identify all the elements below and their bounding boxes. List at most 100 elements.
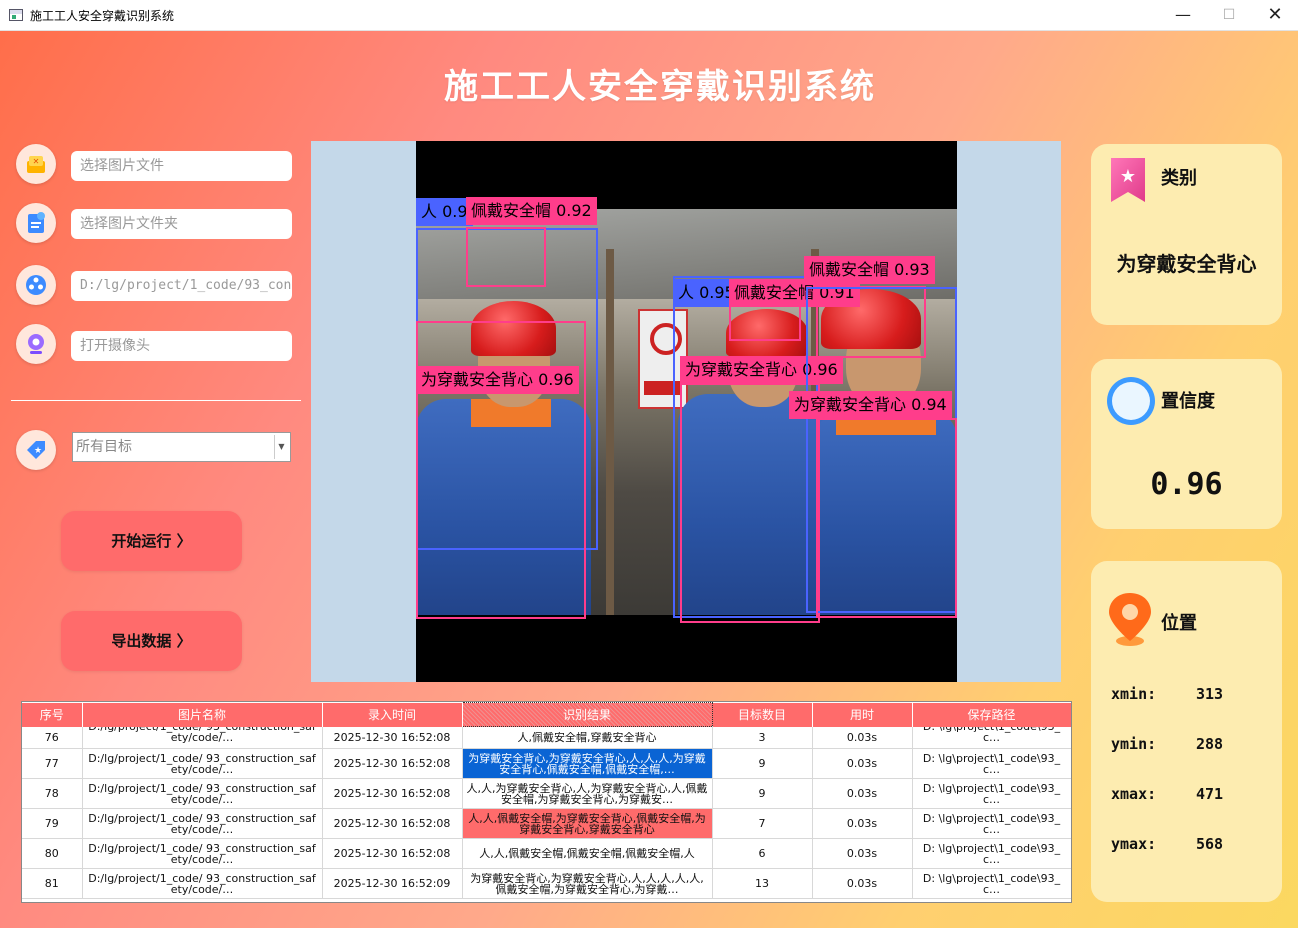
xmin-value: 313 bbox=[1196, 685, 1224, 703]
xmin-label: xmin: bbox=[1111, 685, 1157, 703]
col-header-count[interactable]: 目标数目 bbox=[712, 702, 813, 727]
cell-duration[interactable]: 0.03s bbox=[812, 748, 913, 779]
camera-icon[interactable] bbox=[16, 324, 56, 364]
detection-label: 人 0.9 bbox=[416, 198, 473, 226]
maximize-button[interactable]: ☐ bbox=[1206, 0, 1252, 31]
confidence-card: 置信度 0.96 bbox=[1091, 359, 1282, 529]
xmax-label: xmax: bbox=[1111, 785, 1157, 803]
col-header-result[interactable]: 识别结果 bbox=[461, 702, 713, 727]
target-select[interactable]: 所有目标 ▼ bbox=[72, 432, 291, 462]
video-icon[interactable] bbox=[16, 265, 56, 305]
table-row[interactable]: 80 D:/lg/project/1_code/ 93_construction… bbox=[22, 838, 1071, 869]
col-header-name[interactable]: 图片名称 bbox=[82, 702, 323, 727]
ymax-label: ymax: bbox=[1111, 835, 1157, 853]
svg-text:★: ★ bbox=[1120, 166, 1136, 187]
xmin-row: xmin: 313 bbox=[1111, 685, 1223, 703]
cell-id[interactable]: 80 bbox=[22, 838, 83, 869]
cell-name[interactable]: D:/lg/project/1_code/ 93_construction_sa… bbox=[82, 868, 323, 899]
close-button[interactable]: ✕ bbox=[1252, 0, 1298, 31]
export-button[interactable]: 导出数据 〉 bbox=[61, 611, 242, 671]
cell-time[interactable]: 2025-12-30 16:52:08 bbox=[322, 778, 463, 809]
start-button[interactable]: 开始运行 〉 bbox=[61, 511, 242, 571]
image-folder-input[interactable]: 选择图片文件夹 bbox=[71, 209, 292, 239]
cell-id[interactable]: 78 bbox=[22, 778, 83, 809]
cell-id[interactable]: 77 bbox=[22, 748, 83, 779]
confidence-ring-icon bbox=[1107, 377, 1155, 425]
class-card: ★ 类别 为穿戴安全背心 bbox=[1091, 144, 1282, 325]
cell-time[interactable]: 2025-12-30 16:52:09 bbox=[322, 868, 463, 899]
table-row[interactable]: 79 D:/lg/project/1_code/ 93_construction… bbox=[22, 808, 1071, 839]
table-row[interactable]: 76 D:/lg/project/1_code/ 93_construction… bbox=[22, 726, 1071, 749]
cell-name[interactable]: D:/lg/project/1_code/ 93_construction_sa… bbox=[82, 748, 323, 779]
bookmark-star-icon: ★ bbox=[1111, 158, 1145, 202]
col-header-time[interactable]: 录入时间 bbox=[322, 702, 463, 727]
ymin-label: ymin: bbox=[1111, 735, 1157, 753]
image-file-icon[interactable]: ✕ bbox=[16, 144, 56, 184]
cell-name[interactable]: D:/lg/project/1_code/ 93_construction_sa… bbox=[82, 726, 323, 749]
cell-result-highlight[interactable]: 人,人,佩戴安全帽,为穿戴安全背心,佩戴安全帽,为穿戴安全背心,穿戴安全背心 bbox=[462, 808, 713, 839]
table-row[interactable]: 77 D:/lg/project/1_code/ 93_construction… bbox=[22, 748, 1071, 779]
cell-duration[interactable]: 0.03s bbox=[812, 726, 913, 749]
cell-time[interactable]: 2025-12-30 16:52:08 bbox=[322, 726, 463, 749]
cell-result[interactable]: 人,人,为穿戴安全背心,人,为穿戴安全背心,人,佩戴安全帽,为穿戴安全背心,为穿… bbox=[462, 778, 713, 809]
cell-path[interactable]: D: \lg\project\1_code\93_c… bbox=[912, 726, 1071, 749]
cell-result-selected[interactable]: 为穿戴安全背心,为穿戴安全背心,人,人,人,为穿戴安全背心,佩戴安全帽,佩戴安全… bbox=[462, 748, 713, 779]
cell-duration[interactable]: 0.03s bbox=[812, 868, 913, 899]
cell-count[interactable]: 9 bbox=[712, 748, 813, 779]
cell-time[interactable]: 2025-12-30 16:52:08 bbox=[322, 808, 463, 839]
cell-name[interactable]: D:/lg/project/1_code/ 93_construction_sa… bbox=[82, 778, 323, 809]
cell-id[interactable]: 76 bbox=[22, 726, 83, 749]
detection-image: 人 0.9 佩戴安全帽 0.92 为穿戴安全背心 0.96 人 0.95 佩戴安… bbox=[416, 141, 957, 682]
col-header-path[interactable]: 保存路径 bbox=[912, 702, 1071, 727]
cell-path[interactable]: D: \lg\project\1_code\93_c… bbox=[912, 778, 1071, 809]
cell-count[interactable]: 13 bbox=[712, 868, 813, 899]
cell-path[interactable]: D: \lg\project\1_code\93_c… bbox=[912, 808, 1071, 839]
cell-result[interactable]: 为穿戴安全背心,为穿戴安全背心,人,人,人,人,人,佩戴安全帽,为穿戴安全背心,… bbox=[462, 868, 713, 899]
detection-label: 为穿戴安全背心 0.96 bbox=[416, 366, 579, 394]
cell-count[interactable]: 3 bbox=[712, 726, 813, 749]
table-row[interactable]: 78 D:/lg/project/1_code/ 93_construction… bbox=[22, 778, 1071, 809]
table-row[interactable]: 81 D:/lg/project/1_code/ 93_construction… bbox=[22, 868, 1071, 899]
minimize-button[interactable]: — bbox=[1160, 0, 1206, 31]
svg-text:★: ★ bbox=[34, 446, 42, 456]
camera-input[interactable]: 打开摄像头 bbox=[71, 331, 292, 361]
xmax-row: xmax: 471 bbox=[1111, 785, 1223, 803]
cell-count[interactable]: 9 bbox=[712, 778, 813, 809]
cell-duration[interactable]: 0.03s bbox=[812, 778, 913, 809]
image-folder-icon[interactable] bbox=[16, 203, 56, 243]
cell-duration[interactable]: 0.03s bbox=[812, 838, 913, 869]
cell-time[interactable]: 2025-12-30 16:52:08 bbox=[322, 838, 463, 869]
divider bbox=[11, 400, 301, 401]
main-area: 施工工人安全穿戴识别系统 ✕ 选择图片文件 选择图片文件夹 D:/lg/proj… bbox=[0, 31, 1298, 928]
cell-count[interactable]: 6 bbox=[712, 838, 813, 869]
class-value: 为穿戴安全背心 bbox=[1116, 252, 1257, 276]
results-table[interactable]: 序号 图片名称 录入时间 识别结果 目标数目 用时 保存路径 76 D:/lg/… bbox=[21, 701, 1072, 903]
ymax-value: 568 bbox=[1196, 835, 1224, 853]
image-file-input[interactable]: 选择图片文件 bbox=[71, 151, 292, 181]
target-select-value: 所有目标 bbox=[76, 439, 132, 455]
cell-id[interactable]: 81 bbox=[22, 868, 83, 899]
ymin-value: 288 bbox=[1196, 735, 1224, 753]
confidence-title: 置信度 bbox=[1161, 391, 1215, 412]
cell-path[interactable]: D: \lg\project\1_code\93_c… bbox=[912, 868, 1071, 899]
col-header-duration[interactable]: 用时 bbox=[812, 702, 913, 727]
cell-time[interactable]: 2025-12-30 16:52:08 bbox=[322, 748, 463, 779]
cell-duration[interactable]: 0.03s bbox=[812, 808, 913, 839]
window-titlebar: 施工工人安全穿戴识别系统 — ☐ ✕ bbox=[0, 0, 1298, 31]
xmax-value: 471 bbox=[1196, 785, 1224, 803]
video-path-input[interactable]: D:/lg/project/1_code/93_construction_saf… bbox=[71, 271, 292, 301]
cell-result[interactable]: 人,人,佩戴安全帽,佩戴安全帽,佩戴安全帽,人 bbox=[462, 838, 713, 869]
detection-box bbox=[680, 383, 820, 623]
detection-box bbox=[466, 227, 546, 287]
cell-path[interactable]: D: \lg\project\1_code\93_c… bbox=[912, 748, 1071, 779]
detection-box bbox=[816, 418, 957, 618]
cell-id[interactable]: 79 bbox=[22, 808, 83, 839]
cell-name[interactable]: D:/lg/project/1_code/ 93_construction_sa… bbox=[82, 808, 323, 839]
cell-path[interactable]: D: \lg\project\1_code\93_c… bbox=[912, 838, 1071, 869]
cell-name[interactable]: D:/lg/project/1_code/ 93_construction_sa… bbox=[82, 838, 323, 869]
cell-count[interactable]: 7 bbox=[712, 808, 813, 839]
chevron-down-icon[interactable]: ▼ bbox=[274, 435, 288, 459]
svg-text:✕: ✕ bbox=[33, 157, 40, 166]
cell-result[interactable]: 人,佩戴安全帽,穿戴安全背心 bbox=[462, 726, 713, 749]
col-header-id[interactable]: 序号 bbox=[22, 702, 83, 727]
